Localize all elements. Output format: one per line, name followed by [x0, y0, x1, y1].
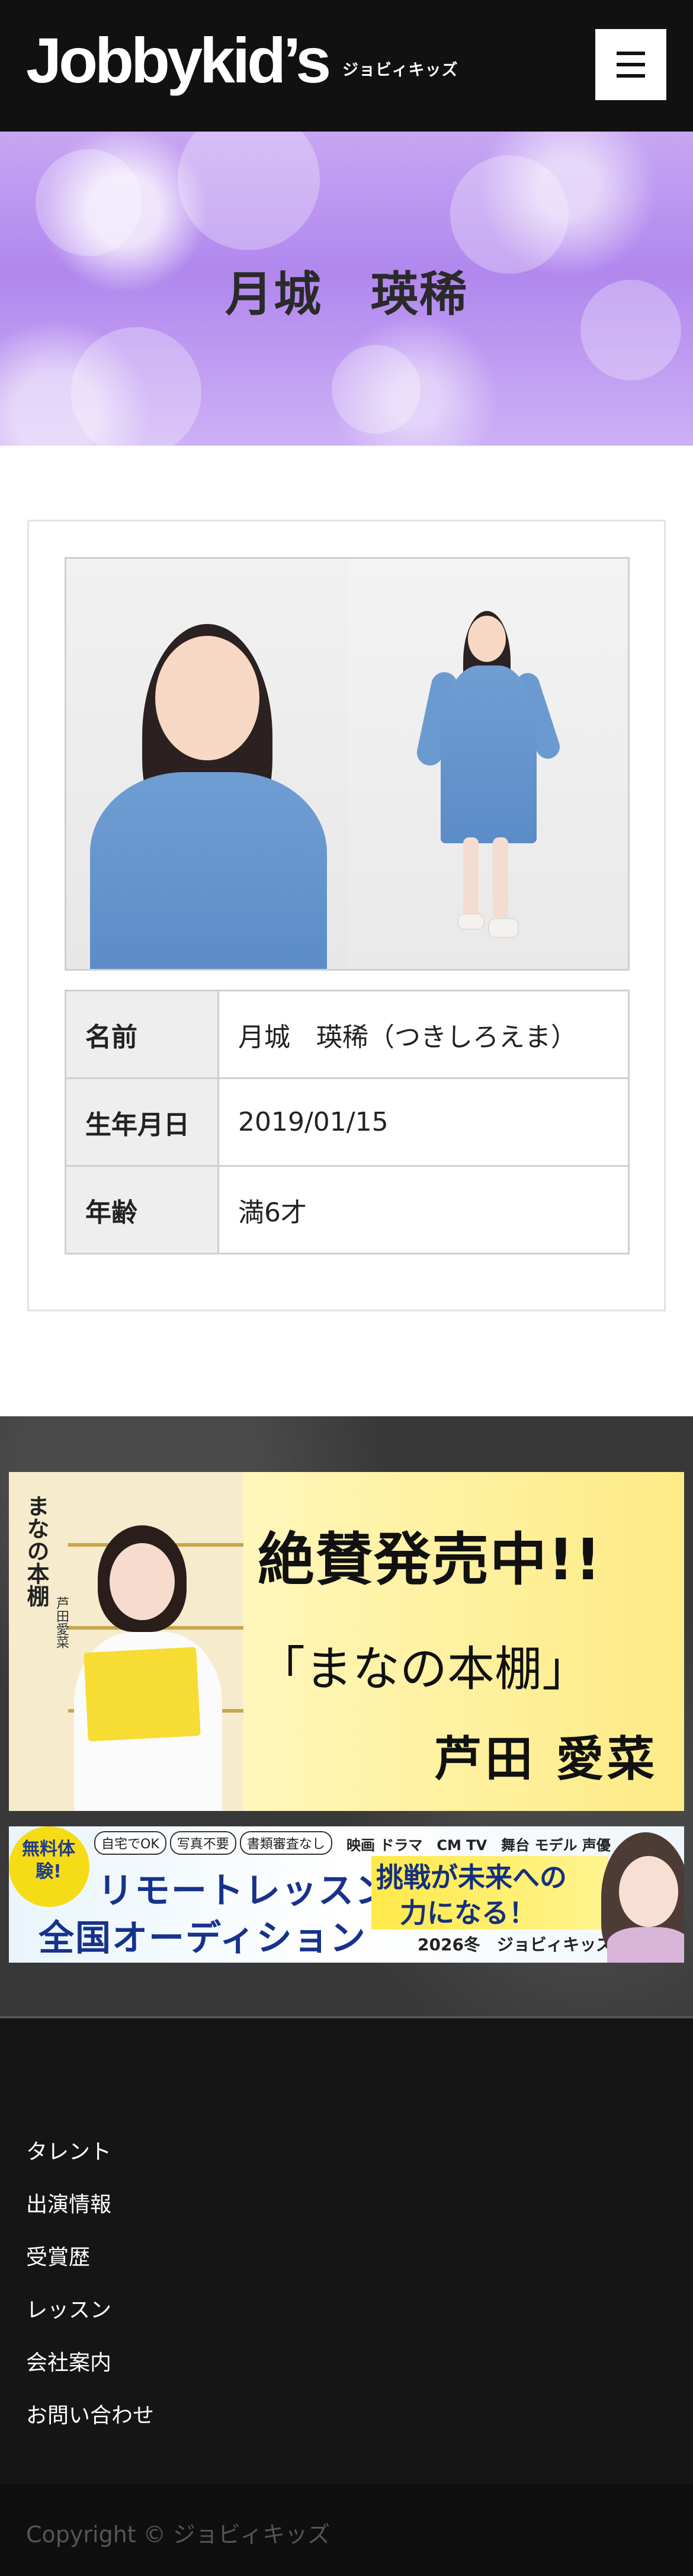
footer-nav-talent[interactable]: タレント	[26, 2135, 154, 2187]
footer-nav-contact[interactable]: お問い合わせ	[26, 2398, 154, 2451]
site-logo-subtitle: ジョビィキッズ	[342, 61, 458, 79]
banner-section: まなの本棚 芦田愛菜 絶賛発売中!! 「まなの本棚」 芦田 愛菜 無料体験! 自…	[0, 1416, 693, 2016]
hero-banner: 月城 瑛稀	[0, 132, 693, 446]
photo-figure-leg	[493, 837, 508, 920]
site-header: Jobbykid’s ジョビィキッズ	[0, 0, 693, 132]
profile-photo-portrait	[66, 559, 347, 969]
birthdate-label: 生年月日	[65, 1077, 219, 1167]
hamburger-menu-icon-bar	[617, 74, 645, 78]
book-banner-title: 「まなの本棚」	[258, 1641, 589, 1697]
age-label: 年齢	[65, 1165, 219, 1255]
audition-slogan-line2: 力になる！	[400, 1897, 536, 1929]
footer-nav-company[interactable]: 会社案内	[26, 2345, 154, 2398]
profile-photo-fullbody	[347, 559, 628, 969]
footer-nav: タレント 出演情報 受賞歴 レッスン 会社案内 お問い合わせ	[26, 2135, 154, 2451]
site-logo[interactable]: Jobbykid’s	[26, 28, 331, 92]
feature-chip: 自宅でOK	[94, 1831, 166, 1855]
table-row: 名前 月城 瑛稀（つきしろえま）	[65, 990, 630, 1079]
site-footer: タレント 出演情報 受賞歴 レッスン 会社案内 お問い合わせ	[0, 2016, 693, 2484]
free-trial-badge: 無料体験!	[9, 1826, 89, 1907]
bokeh-decoration	[36, 149, 142, 256]
profile-card: 名前 月城 瑛稀（つきしろえま） 生年月日 2019/01/15 年齢 満6才	[27, 520, 666, 1311]
profile-photo	[65, 557, 630, 971]
audition-banner[interactable]: 無料体験! 自宅でOK 写真不要 書類審査なし 映画 ドラマ CM TV 舞台 …	[9, 1826, 684, 1963]
age-value: 満6才	[217, 1165, 630, 1255]
birthdate-value: 2019/01/15	[217, 1077, 630, 1167]
audition-figure-body	[607, 1927, 684, 1963]
photo-figure-face	[468, 616, 506, 662]
audition-figure-face	[619, 1856, 678, 1927]
feature-chip: 写真不要	[169, 1831, 236, 1855]
photo-figure-dress	[90, 772, 327, 969]
audition-feature-chips: 自宅でOK 写真不要 書類審査なし	[94, 1831, 332, 1855]
footer-nav-awards[interactable]: 受賞歴	[26, 2240, 154, 2293]
promo-figure-book	[84, 1647, 201, 1742]
book-promo-banner[interactable]: まなの本棚 芦田愛菜 絶賛発売中!! 「まなの本棚」 芦田 愛菜	[9, 1472, 684, 1811]
feature-chip: 書類審査なし	[239, 1831, 332, 1855]
footer-nav-lessons[interactable]: レッスン	[26, 2293, 154, 2345]
audition-slogan-line1: 挑戦が未来への	[376, 1861, 567, 1893]
copyright-text: Copyright © ジョビィキッズ	[26, 2521, 331, 2548]
bokeh-decoration	[178, 132, 320, 250]
photo-figure-shoe	[488, 918, 519, 938]
hamburger-menu-button[interactable]	[595, 29, 666, 100]
audition-season: 2026冬 ジョビィキッズ	[418, 1935, 613, 1954]
name-label: 名前	[65, 990, 219, 1079]
profile-info-table: 名前 月城 瑛稀（つきしろえま） 生年月日 2019/01/15 年齢 満6才	[65, 990, 630, 1255]
table-row: 年齢 満6才	[65, 1165, 630, 1255]
hamburger-menu-icon	[617, 52, 645, 55]
name-value: 月城 瑛稀（つきしろえま）	[217, 990, 630, 1079]
photo-figure-shoe	[457, 913, 485, 930]
book-banner-author: 芦田 愛菜	[434, 1732, 658, 1787]
photo-figure-face	[155, 636, 259, 760]
photo-figure-dress	[441, 665, 537, 843]
audition-headline-line1: リモートレッスン	[98, 1870, 392, 1912]
promo-figure-face	[110, 1543, 175, 1620]
audition-genres: 映画 ドラマ CM TV 舞台 モデル 声優	[346, 1837, 611, 1854]
table-row: 生年月日 2019/01/15	[65, 1077, 630, 1167]
audition-headline-line2: 全国オーディション	[38, 1918, 367, 1959]
book-cover-title: まなの本棚	[23, 1495, 49, 1607]
book-banner-headline: 絶賛発売中!!	[258, 1527, 602, 1593]
book-cover: まなの本棚 芦田愛菜	[9, 1472, 243, 1811]
copyright-bar: Copyright © ジョビィキッズ	[0, 2484, 693, 2576]
book-cover-author: 芦田愛菜	[54, 1596, 69, 1649]
bokeh-decoration	[71, 327, 201, 446]
bokeh-decoration	[332, 345, 421, 434]
hamburger-menu-icon-bar	[617, 63, 645, 66]
free-trial-badge-text: 無料体験!	[22, 1839, 75, 1882]
footer-nav-appearances[interactable]: 出演情報	[26, 2187, 154, 2240]
page-title: 月城 瑛稀	[225, 267, 468, 322]
photo-figure-leg	[463, 837, 479, 920]
